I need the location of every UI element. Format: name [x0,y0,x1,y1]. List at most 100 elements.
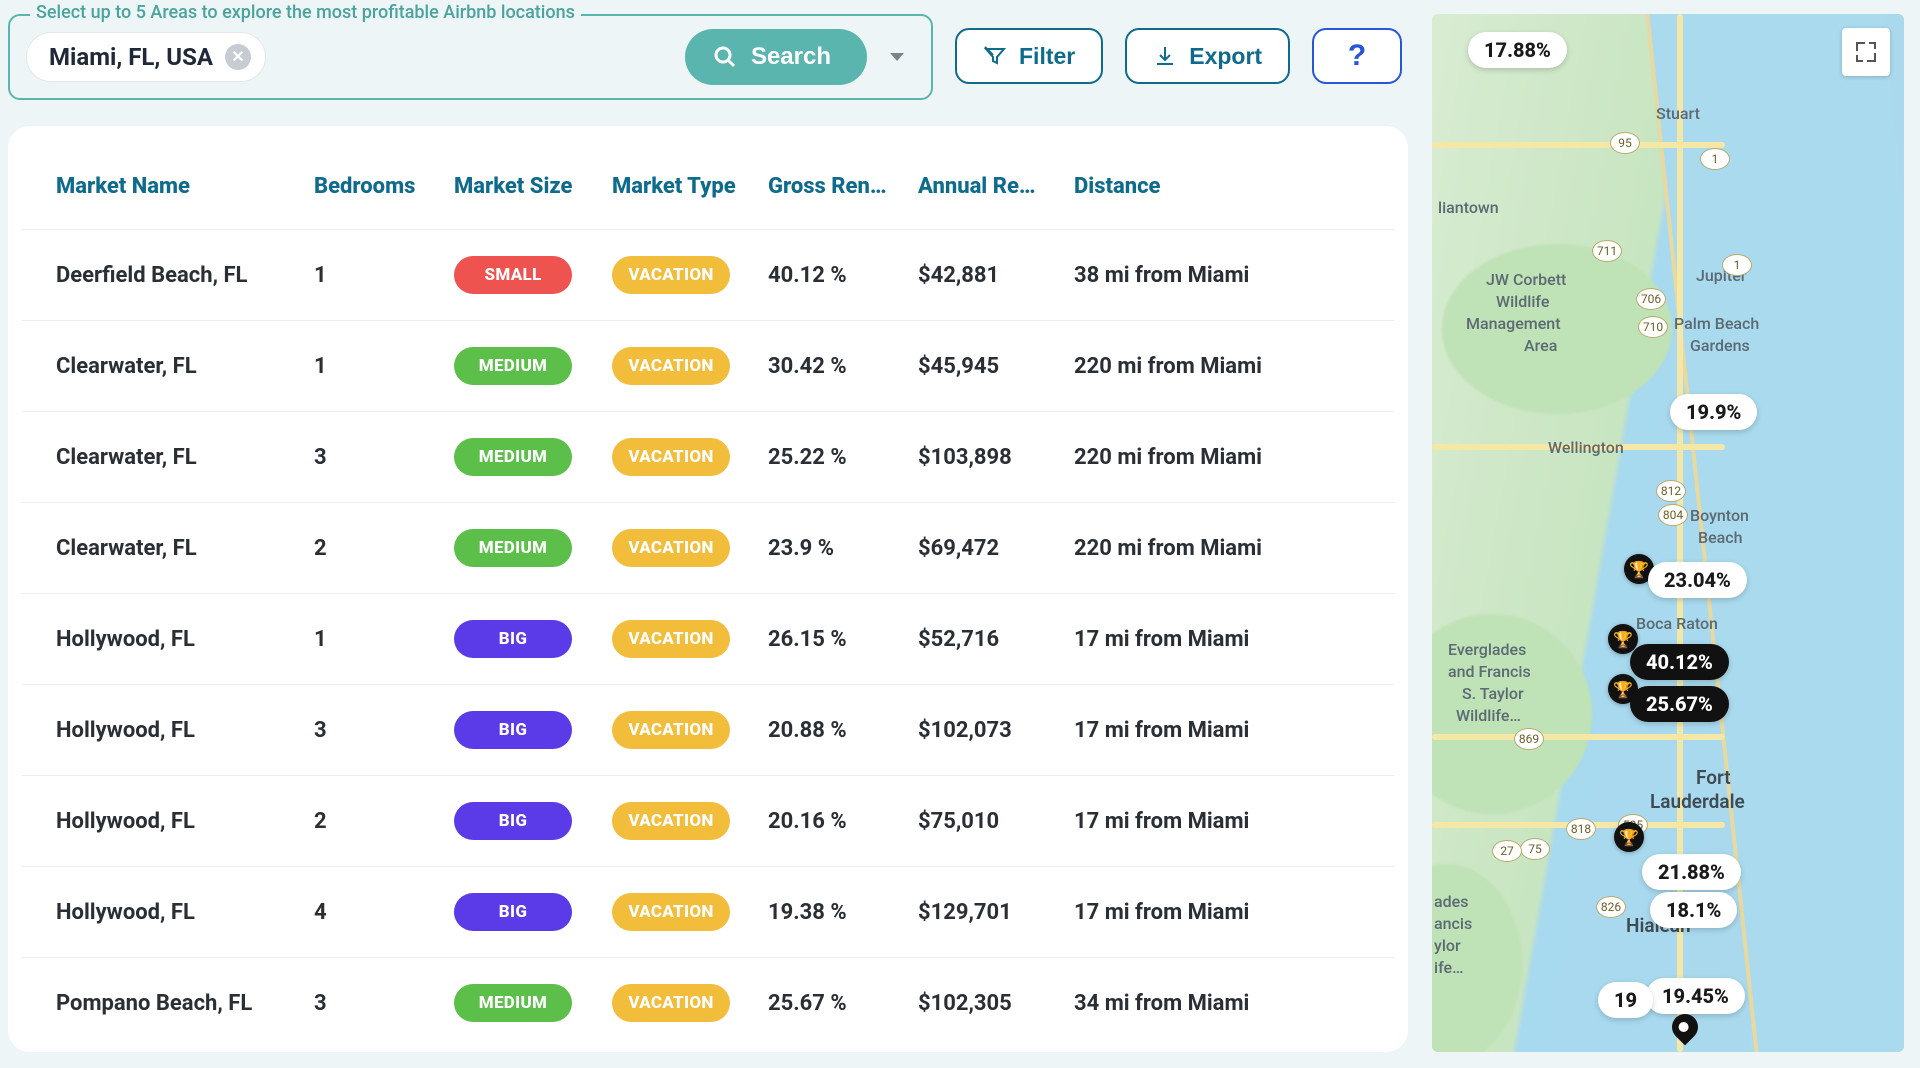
route-shield: 804 [1658,504,1688,526]
size-badge: MEDIUM [454,347,572,385]
col-market[interactable]: Market Name [22,154,302,230]
cell-revenue: $75,010 [906,776,1062,867]
cell-market: Clearwater, FL [22,321,302,412]
table-row[interactable]: Pompano Beach, FL3MEDIUMVACATION25.67 %$… [22,958,1394,1039]
cell-revenue: $42,881 [906,230,1062,321]
cell-revenue: $103,898 [906,412,1062,503]
col-revenue[interactable]: Annual Re… [906,154,1062,230]
size-badge: MEDIUM [454,529,572,567]
map-marker[interactable]: 17.88% [1468,32,1567,68]
cell-bedrooms: 3 [302,685,442,776]
map-city-label: Fort [1696,766,1731,789]
map-city-label: Area [1524,336,1557,355]
table-row[interactable]: Clearwater, FL3MEDIUMVACATION25.22 %$103… [22,412,1394,503]
cell-size: MEDIUM [442,958,600,1039]
map-marker[interactable]: 40.12% [1630,644,1729,680]
cell-market: Hollywood, FL [22,867,302,958]
col-bedrooms[interactable]: Bedrooms [302,154,442,230]
route-shield: 812 [1656,480,1686,502]
export-button[interactable]: Export [1125,28,1290,84]
cell-revenue: $102,073 [906,685,1062,776]
cell-revenue: $129,701 [906,867,1062,958]
size-badge: BIG [454,620,572,658]
cell-type: VACATION [600,230,756,321]
type-badge: VACATION [612,256,730,294]
map-city-label: Gardens [1690,336,1750,355]
help-button[interactable]: ? [1312,28,1402,84]
table-row[interactable]: Hollywood, FL1BIGVACATION26.15 %$52,7161… [22,594,1394,685]
search-button-label: Search [751,43,831,71]
map-marker[interactable]: 18.1% [1650,892,1737,928]
cell-gross: 25.67 % [756,958,906,1039]
cell-distance: 220 mi from Miami [1062,321,1394,412]
col-type[interactable]: Market Type [600,154,756,230]
route-shield: 1 [1722,254,1752,276]
route-shield: 826 [1596,896,1626,918]
filter-icon [983,44,1007,68]
cell-gross: 25.22 % [756,412,906,503]
search-button[interactable]: Search [685,29,867,85]
caret-down-icon [890,53,904,61]
map-city-label: Wildlife [1496,292,1549,311]
cell-type: VACATION [600,594,756,685]
route-shield: 1 [1700,148,1730,170]
cell-size: BIG [442,594,600,685]
filter-button[interactable]: Filter [955,28,1103,84]
cell-distance: 17 mi from Miami [1062,867,1394,958]
size-badge: MEDIUM [454,438,572,476]
col-gross[interactable]: Gross Ren… [756,154,906,230]
cell-bedrooms: 3 [302,958,442,1039]
cell-market: Deerfield Beach, FL [22,230,302,321]
search-box[interactable]: Miami, FL, USA ✕ Search [8,14,933,100]
cell-market: Pompano Beach, FL [22,958,302,1039]
cell-gross: 40.12 % [756,230,906,321]
map[interactable]: StuartJupiterliantownJW CorbettWildlifeM… [1432,14,1904,1052]
results-table: Market Name Bedrooms Market Size Market … [22,154,1394,1038]
map-marker[interactable]: 21.88% [1642,854,1741,890]
filter-button-label: Filter [1019,43,1075,70]
search-dropdown-toggle[interactable] [877,53,917,61]
col-distance[interactable]: Distance [1062,154,1394,230]
map-marker[interactable]: 19.45% [1646,978,1745,1014]
type-badge: VACATION [612,984,730,1022]
map-marker[interactable]: 25.67% [1630,686,1729,722]
trophy-icon: 🏆 [1614,822,1644,852]
cell-revenue: $69,472 [906,503,1062,594]
area-chip[interactable]: Miami, FL, USA ✕ [26,32,266,82]
table-row[interactable]: Clearwater, FL1MEDIUMVACATION30.42 %$45,… [22,321,1394,412]
size-badge: BIG [454,802,572,840]
map-city-label: Wildlife… [1456,706,1521,725]
export-button-label: Export [1189,43,1262,70]
map-pin-icon[interactable] [1667,1009,1704,1046]
type-badge: VACATION [612,529,730,567]
map-marker[interactable]: 23.04% [1648,562,1747,598]
table-row[interactable]: Clearwater, FL2 MEDIUM VACATION 23.9 %$69,4… [22,503,1394,594]
type-badge: VACATION [612,711,730,749]
results-table-scroll[interactable]: Market Name Bedrooms Market Size Market … [22,154,1394,1038]
map-fullscreen-button[interactable] [1842,28,1890,76]
map-city-label: Management [1466,314,1561,333]
cell-bedrooms: 4 [302,867,442,958]
cell-market: Clearwater, FL [22,503,302,594]
cell-distance: 220 mi from Miami [1062,503,1394,594]
table-row[interactable]: Hollywood, FL4BIGVACATION19.38 %$129,701… [22,867,1394,958]
table-row[interactable]: Hollywood, FL2BIGVACATION20.16 %$75,0101… [22,776,1394,867]
table-row[interactable]: Deerfield Beach, FL1SMALLVACATION40.12 %… [22,230,1394,321]
table-row[interactable]: Hollywood, FL3BIGVACATION20.88 %$102,073… [22,685,1394,776]
cell-bedrooms: 2 [302,503,442,594]
table-header-row: Market Name Bedrooms Market Size Market … [22,154,1394,230]
route-shield: 706 [1636,288,1666,310]
cell-size: MEDIUM [442,503,600,594]
cell-market: Hollywood, FL [22,776,302,867]
map-city-label: ancis [1434,914,1472,933]
chip-remove-icon[interactable]: ✕ [225,44,251,70]
col-size[interactable]: Market Size [442,154,600,230]
map-marker[interactable]: 19.9% [1670,394,1757,430]
cell-bedrooms: 2 [302,776,442,867]
map-marker[interactable]: 19 [1598,982,1653,1018]
cell-gross: 23.9 % [756,503,906,594]
cell-type: VACATION [600,321,756,412]
route-shield: 711 [1592,240,1622,262]
type-badge: VACATION [612,620,730,658]
cell-size: BIG [442,685,600,776]
